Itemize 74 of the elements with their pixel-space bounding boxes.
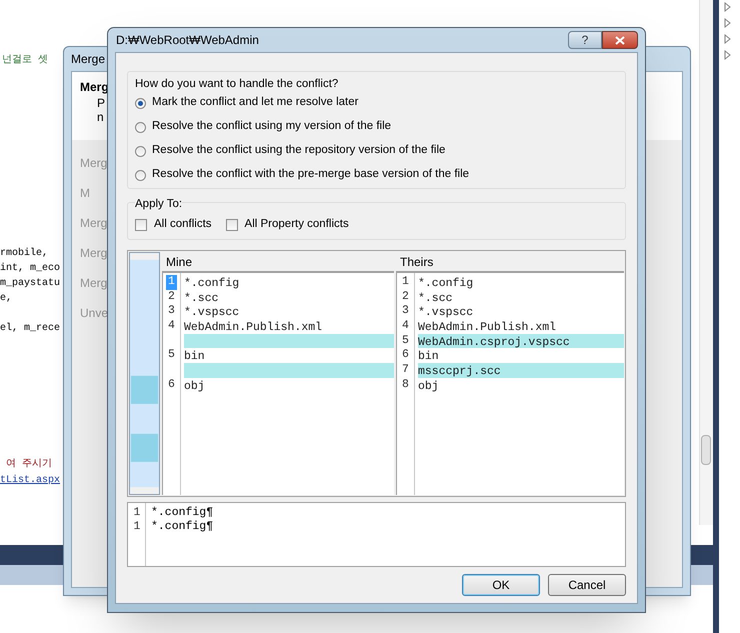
checkbox-label: All conflicts bbox=[154, 217, 212, 232]
radio-label: Resolve the conflict using my version of the file bbox=[152, 119, 392, 134]
code-line: bin bbox=[418, 350, 439, 364]
code-line: obj bbox=[418, 380, 439, 393]
tree-expander-icon[interactable] bbox=[724, 16, 732, 30]
code-line: obj bbox=[184, 380, 205, 393]
help-button[interactable]: ? bbox=[568, 31, 602, 49]
line-number: 5 bbox=[167, 348, 176, 364]
code-text: int, m_eco bbox=[0, 263, 60, 274]
description-text: P bbox=[96, 96, 106, 110]
code-line: *.config bbox=[184, 277, 240, 290]
group-label: M bbox=[80, 185, 90, 202]
code-text: m_paystatu bbox=[0, 278, 60, 289]
line-number: 1 bbox=[166, 275, 177, 290]
checkbox[interactable] bbox=[135, 218, 147, 231]
string-text: 여 주시기 bbox=[6, 459, 52, 470]
line-number: 1 bbox=[401, 275, 410, 290]
line-number: 4 bbox=[401, 319, 410, 334]
dialog-button[interactable]: OK bbox=[462, 574, 540, 596]
description-text: n bbox=[96, 110, 104, 124]
code-line: WebAdmin.Publish.xml bbox=[184, 321, 322, 334]
group-label: Unve bbox=[80, 305, 108, 322]
code-line: bin bbox=[184, 350, 205, 364]
code-line: *.scc bbox=[184, 292, 219, 305]
close-icon bbox=[615, 36, 625, 44]
code-text: el, m_rece bbox=[0, 323, 60, 334]
code-line: *.config bbox=[418, 277, 474, 290]
radio-label: Resolve the conflict using the repository version of the file bbox=[152, 143, 446, 158]
code-line: *.config¶ bbox=[151, 519, 214, 536]
scrollbar-thumb[interactable] bbox=[701, 435, 711, 465]
code-line: mssccprj.scc bbox=[418, 365, 501, 378]
group-label: Merg bbox=[80, 215, 108, 232]
line-number: 7 bbox=[401, 363, 410, 378]
radio-label: Resolve the conflict with the pre-merge base version of the file bbox=[152, 167, 470, 182]
radio-button[interactable] bbox=[135, 98, 146, 108]
code-line: *.vspscc bbox=[184, 306, 240, 320]
line-number: 4 bbox=[167, 319, 176, 334]
line-number: 1 bbox=[132, 504, 142, 521]
checkbox-label: All Property conflicts bbox=[244, 217, 349, 232]
code-line: WebAdmin.csproj.vspscc bbox=[418, 336, 570, 349]
dialog-title: D:₩WebRoot₩WebAdmin bbox=[115, 32, 259, 49]
tree-expander-icon[interactable] bbox=[724, 48, 732, 62]
code-text: rmobile, bbox=[0, 248, 48, 259]
code-line: *.scc bbox=[418, 292, 453, 305]
line-number: 8 bbox=[401, 378, 410, 392]
tree-expander-icon[interactable] bbox=[724, 0, 732, 14]
radio-label: Mark the conflict and let me resolve later bbox=[152, 95, 358, 110]
line-number: 2 bbox=[401, 290, 410, 304]
window-title: Merge bbox=[71, 51, 106, 68]
checkbox[interactable] bbox=[226, 218, 238, 231]
radio-button[interactable] bbox=[135, 170, 146, 180]
line-number: 6 bbox=[401, 348, 410, 364]
line-number: 3 bbox=[167, 304, 176, 320]
code-line: *.config¶ bbox=[151, 504, 214, 520]
dialog-button[interactable]: Cancel bbox=[548, 574, 626, 596]
group-label: Merg bbox=[80, 245, 108, 262]
tree-expander-icon[interactable] bbox=[724, 32, 732, 46]
line-number: 3 bbox=[401, 304, 410, 320]
code-link[interactable]: tList.aspx bbox=[0, 475, 60, 486]
group-label: Merg bbox=[80, 275, 108, 292]
radio-button[interactable] bbox=[135, 146, 146, 156]
group-label: Apply To: bbox=[135, 197, 182, 211]
close-button[interactable] bbox=[602, 31, 638, 49]
line-number: 2 bbox=[167, 290, 176, 304]
code-line: WebAdmin.Publish.xml bbox=[418, 321, 556, 334]
code-line: *.vspscc bbox=[418, 306, 474, 320]
group-label: How do you want to handle the conflict? bbox=[135, 77, 338, 92]
code-text: e, bbox=[0, 293, 12, 304]
group-label: Merg bbox=[80, 155, 108, 172]
line-number: 6 bbox=[167, 378, 176, 392]
line-number: 1 bbox=[132, 519, 142, 536]
code-comment: 넌걸로 셋 bbox=[2, 55, 48, 66]
radio-button[interactable] bbox=[135, 122, 146, 132]
line-number: 5 bbox=[401, 334, 410, 348]
